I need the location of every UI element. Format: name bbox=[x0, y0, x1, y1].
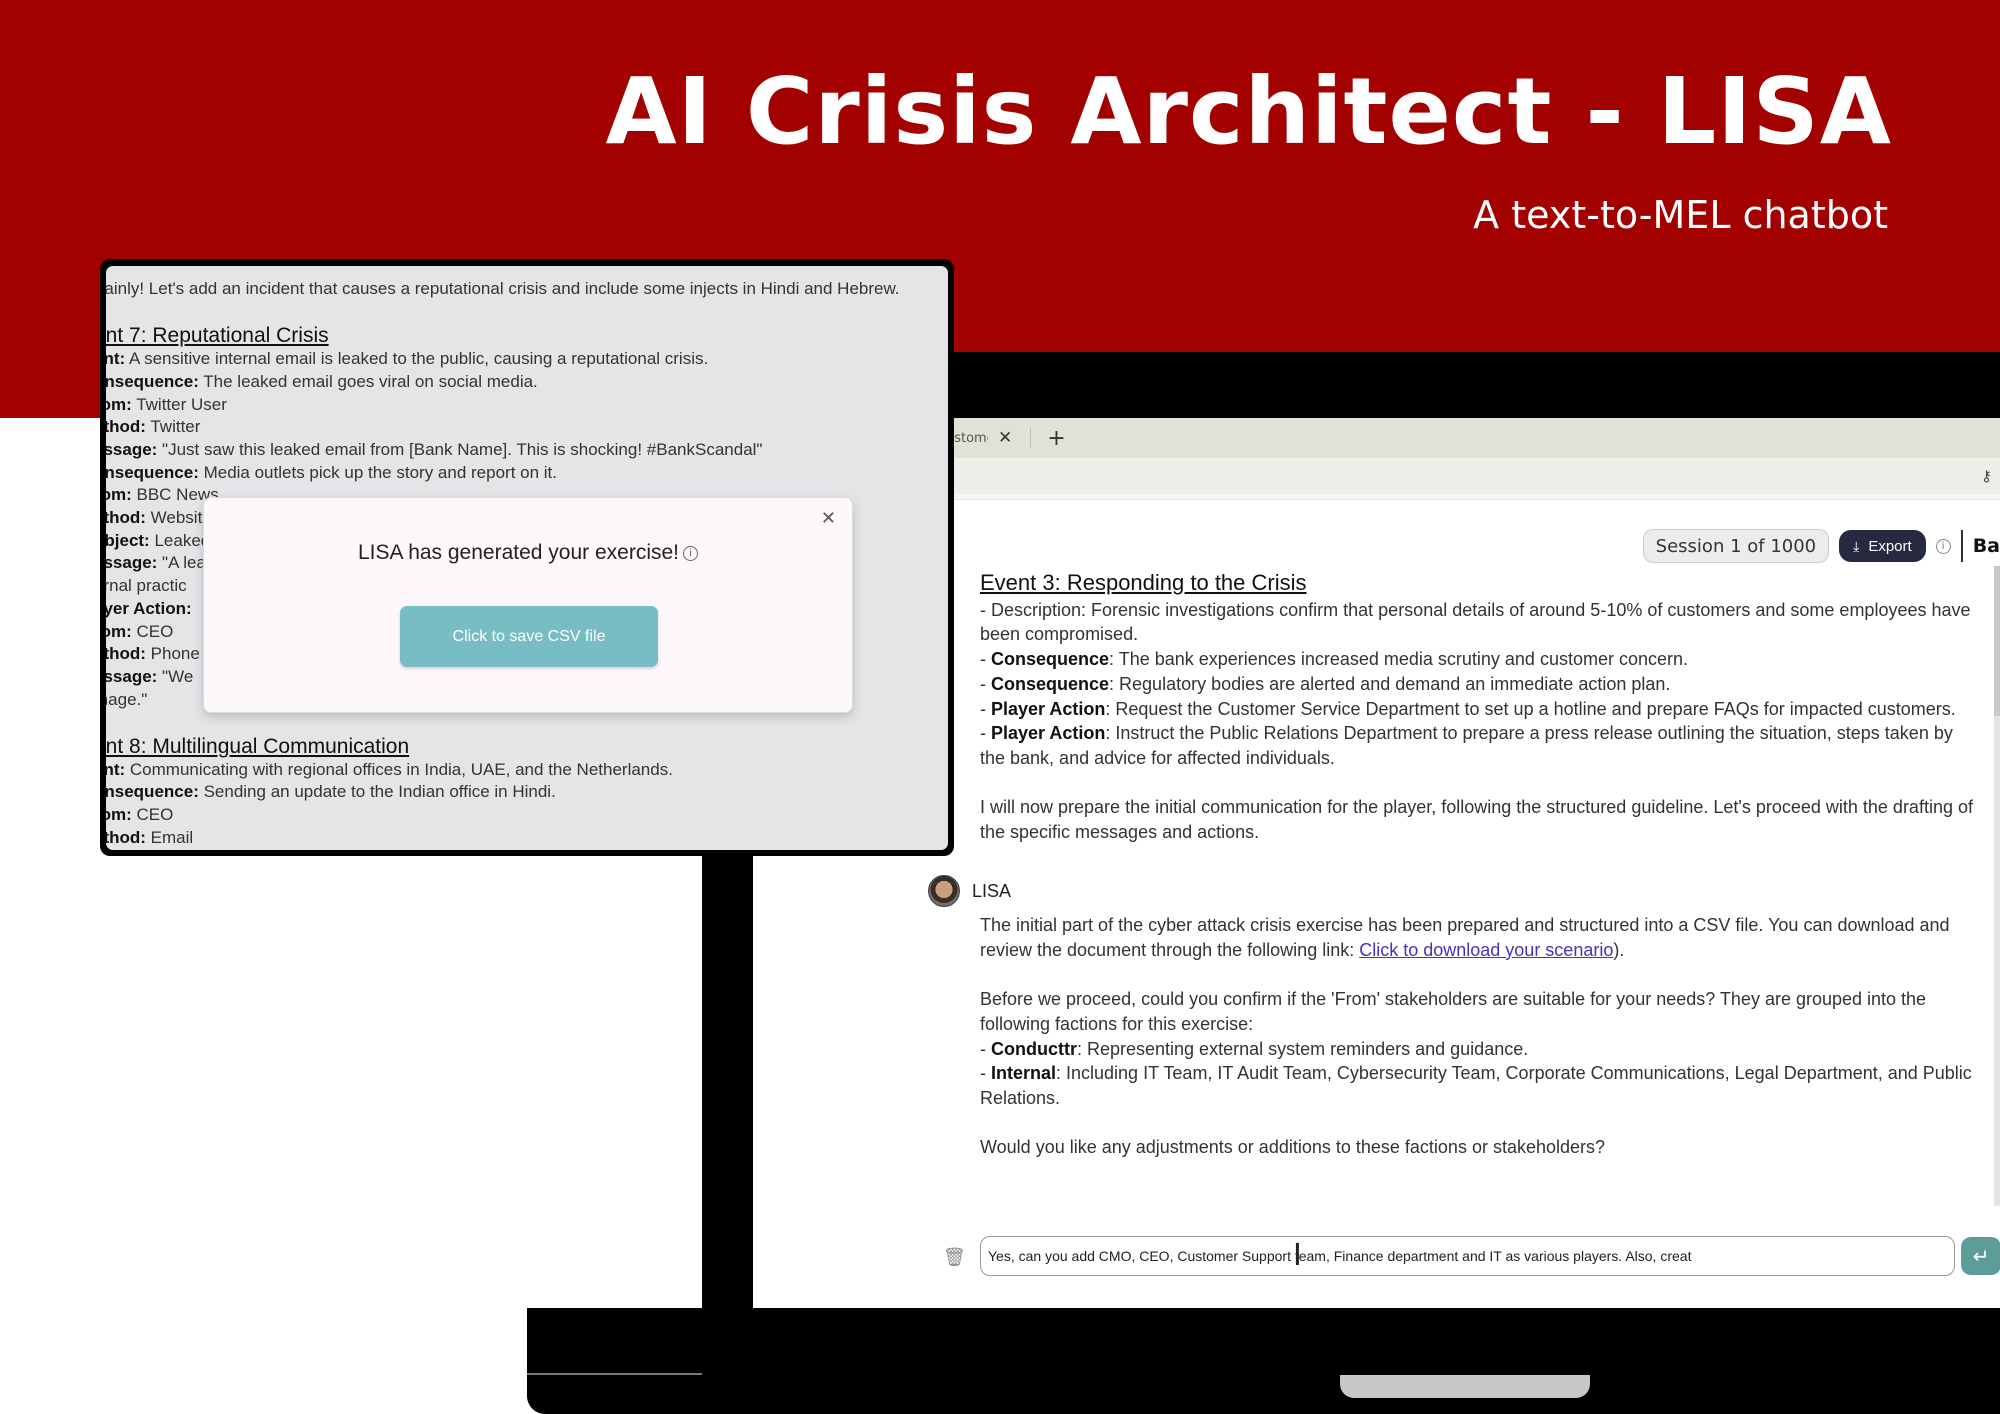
save-csv-button[interactable]: Click to save CSV file bbox=[400, 606, 658, 667]
laptop-notch bbox=[1340, 1375, 1590, 1398]
download-scenario-link[interactable]: Click to download your scenario bbox=[1359, 940, 1613, 960]
event-description: - Description: Forensic investigations c… bbox=[980, 599, 1971, 645]
event-item: - Player Action: Instruct the Public Rel… bbox=[980, 723, 1953, 768]
text-cursor-icon: I bbox=[1293, 1238, 1302, 1273]
info-icon[interactable]: i bbox=[683, 546, 699, 561]
message-paragraph: Before we proceed, could you confirm if … bbox=[980, 989, 1927, 1034]
event-title: ent 8: Multilingual Communication bbox=[106, 735, 410, 759]
export-label: Export bbox=[1868, 537, 1912, 555]
message-paragraph: The initial part of the cyber attack cri… bbox=[980, 915, 1950, 960]
chat-input-row: 🗑 I ↵ bbox=[753, 1236, 2000, 1278]
scrollbar-thumb[interactable] bbox=[1994, 566, 2000, 716]
trash-icon[interactable]: 🗑 bbox=[943, 1247, 966, 1268]
laptop-base-edge bbox=[527, 1373, 702, 1375]
event-item: - Consequence: Regulatory bodies are ale… bbox=[980, 673, 1671, 694]
send-button[interactable]: ↵ bbox=[1961, 1237, 2000, 1275]
event-line: ent: A sensitive internal email is leake… bbox=[106, 349, 709, 369]
event-line: ent: Communicating with regional offices… bbox=[106, 759, 673, 779]
event-line: onsequence: Sending an update to the Ind… bbox=[106, 782, 556, 802]
page-subtitle: A text-to-MEL chatbot bbox=[1473, 193, 1888, 237]
page-title: AI Crisis Architect - LISA bbox=[605, 58, 1892, 165]
sender-name: LISA bbox=[972, 880, 1012, 901]
event-line: onsequence: The leaked email goes viral … bbox=[106, 371, 538, 391]
message-input[interactable] bbox=[980, 1236, 1955, 1276]
faction-item: - Conducttr: Representing external syste… bbox=[980, 1038, 1529, 1059]
close-icon[interactable]: ✕ bbox=[821, 508, 836, 529]
modal-title: LISA has generated your exercise! i bbox=[204, 541, 852, 565]
message-paragraph: Would you like any adjustments or additi… bbox=[980, 1137, 1606, 1158]
chat-scrollbar[interactable] bbox=[1994, 566, 2000, 1206]
message-lisa: The initial part of the cyber attack cri… bbox=[980, 913, 1980, 1160]
event-line: rom: CEO bbox=[106, 805, 174, 825]
laptop-base bbox=[527, 1308, 2000, 1414]
event-line: ethod: Twitter bbox=[106, 417, 201, 437]
close-icon[interactable]: ✕ bbox=[998, 428, 1012, 448]
event-8-lines: ent: Communicating with regional offices… bbox=[106, 759, 948, 850]
message-paragraph: rtainly! Let's add an incident that caus… bbox=[106, 279, 900, 298]
event-item: - Player Action: Request the Customer Se… bbox=[980, 698, 1956, 719]
message-paragraph: I will now prepare the initial communica… bbox=[980, 797, 1973, 843]
new-tab-button[interactable]: + bbox=[1047, 426, 1065, 451]
message-event-3: Event 3: Responding to the Crisis - Desc… bbox=[980, 570, 1980, 845]
event-title: Event 3: Responding to the Crisis bbox=[980, 570, 1307, 595]
avatar bbox=[928, 875, 960, 907]
key-icon[interactable]: ⚷ bbox=[1981, 467, 1992, 485]
toolbar-label-truncated[interactable]: Ba bbox=[1973, 535, 2000, 557]
event-line: ethod: Email bbox=[106, 827, 194, 847]
message-sender: LISA bbox=[928, 875, 1011, 907]
info-icon[interactable]: i bbox=[1935, 538, 1951, 554]
download-icon: ⤓ bbox=[1853, 537, 1860, 554]
event-item: - Consequence: The bank experiences incr… bbox=[980, 649, 1689, 670]
event-line: onsequence: Media outlets pick up the st… bbox=[106, 462, 557, 482]
exercise-generated-modal: ✕ LISA has generated your exercise! i Cli… bbox=[203, 497, 853, 713]
event-line: rom: Twitter User bbox=[106, 394, 227, 414]
event-line: essage: "Just saw this leaked email from… bbox=[106, 439, 763, 459]
event-title: ent 7: Reputational Crisis bbox=[106, 324, 329, 348]
faction-item: - Internal: Including IT Team, IT Audit … bbox=[980, 1063, 1972, 1108]
tab-separator bbox=[1030, 428, 1032, 448]
